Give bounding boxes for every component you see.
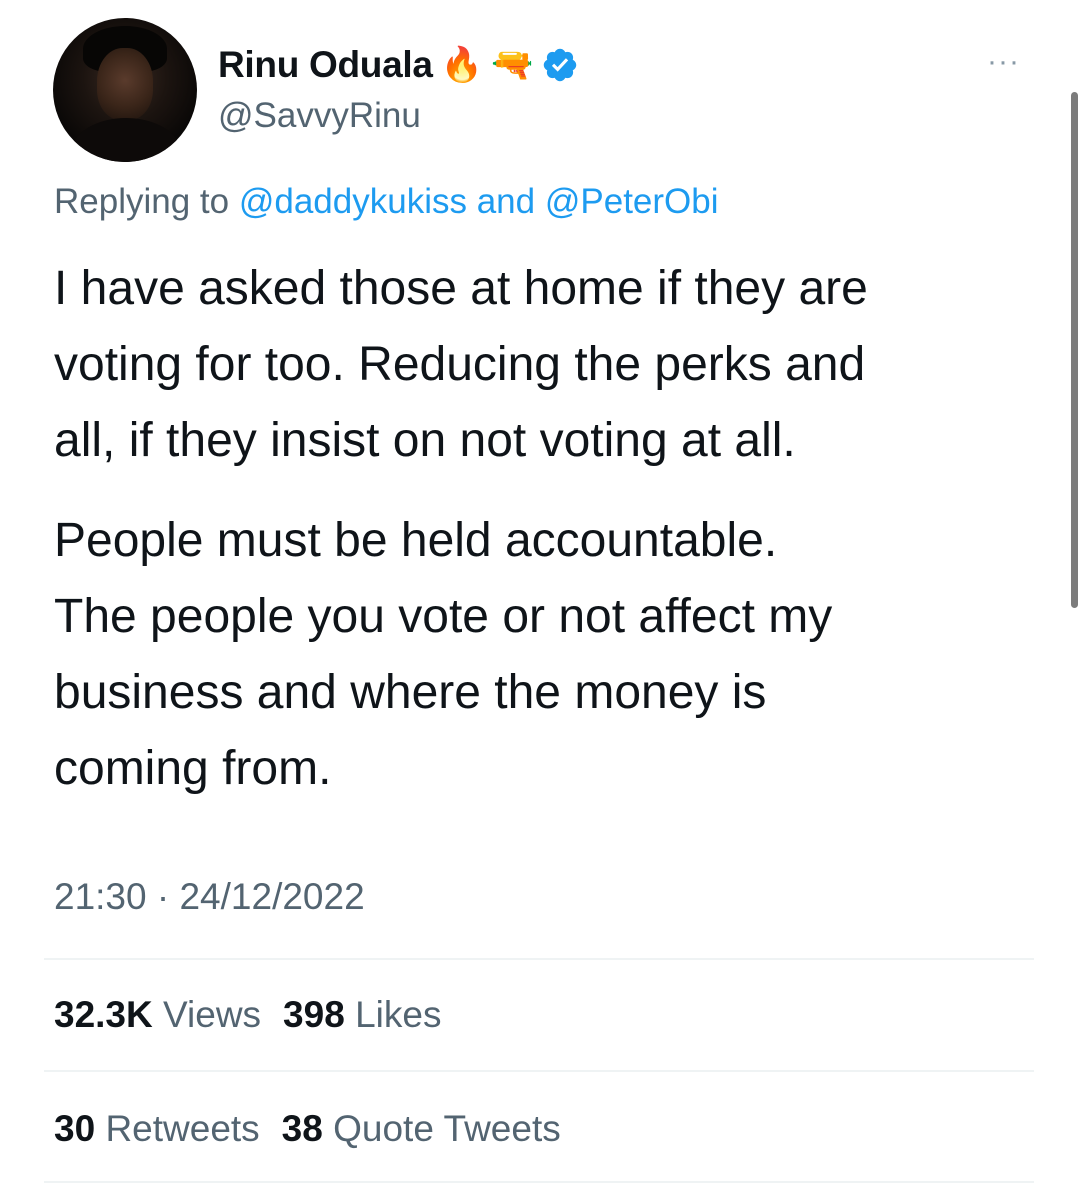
- views-likes-row: 32.3K Views 398 Likes: [54, 994, 441, 1036]
- tweet-text-paragraph-1: I have asked those at home if they are v…: [54, 262, 868, 467]
- divider: [44, 1181, 1034, 1183]
- quote-tweets-label: Quote Tweets: [333, 1108, 561, 1149]
- author-name-row[interactable]: Rinu Oduala 🔥 🔫: [218, 40, 579, 90]
- tweet-time[interactable]: 21:30: [54, 876, 147, 917]
- author-avatar[interactable]: [53, 18, 197, 162]
- tweet-date[interactable]: 24/12/2022: [179, 876, 364, 917]
- retweets-label: Retweets: [105, 1108, 260, 1149]
- retweets-count: 30: [54, 1108, 96, 1149]
- divider: [44, 958, 1034, 960]
- likes-stat[interactable]: 398 Likes: [283, 994, 441, 1036]
- reply-user-link-peterobi[interactable]: @PeterObi: [545, 182, 719, 221]
- likes-count: 398: [283, 994, 345, 1035]
- retweets-stat[interactable]: 30 Retweets: [54, 1108, 260, 1150]
- views-count: 32.3K: [54, 994, 153, 1035]
- avatar-body: [71, 118, 181, 162]
- scrollbar[interactable]: [1071, 92, 1078, 608]
- tweet-text-paragraph-2: People must be held accountable. The peo…: [54, 514, 833, 795]
- author-handle[interactable]: @SavvyRinu: [218, 96, 421, 136]
- divider: [44, 1070, 1034, 1072]
- likes-label: Likes: [355, 994, 442, 1035]
- author-display-name[interactable]: Rinu Oduala: [218, 44, 433, 86]
- reply-user-link-daddykukiss[interactable]: @daddykukiss: [239, 182, 467, 221]
- replying-to-line: Replying to @daddykukiss and @PeterObi: [54, 182, 719, 222]
- water-pistol-emoji-icon: 🔫: [490, 46, 534, 84]
- reply-and-label: and: [476, 182, 536, 221]
- timestamp-separator: ·: [156, 876, 170, 917]
- replying-to-label: Replying to: [54, 182, 230, 221]
- quote-tweets-count: 38: [281, 1108, 323, 1149]
- fire-emoji-icon: 🔥: [440, 46, 483, 84]
- avatar-face: [97, 48, 153, 120]
- verified-badge-icon: [544, 48, 577, 82]
- views-label: Views: [163, 994, 262, 1035]
- retweets-quotes-row: 30 Retweets 38 Quote Tweets: [54, 1108, 561, 1150]
- quote-tweets-stat[interactable]: 38 Quote Tweets: [282, 1108, 561, 1150]
- views-stat[interactable]: 32.3K Views: [54, 994, 261, 1036]
- more-options-icon[interactable]: ···: [987, 47, 1020, 77]
- tweet-timestamp[interactable]: 21:30 · 24/12/2022: [54, 876, 365, 918]
